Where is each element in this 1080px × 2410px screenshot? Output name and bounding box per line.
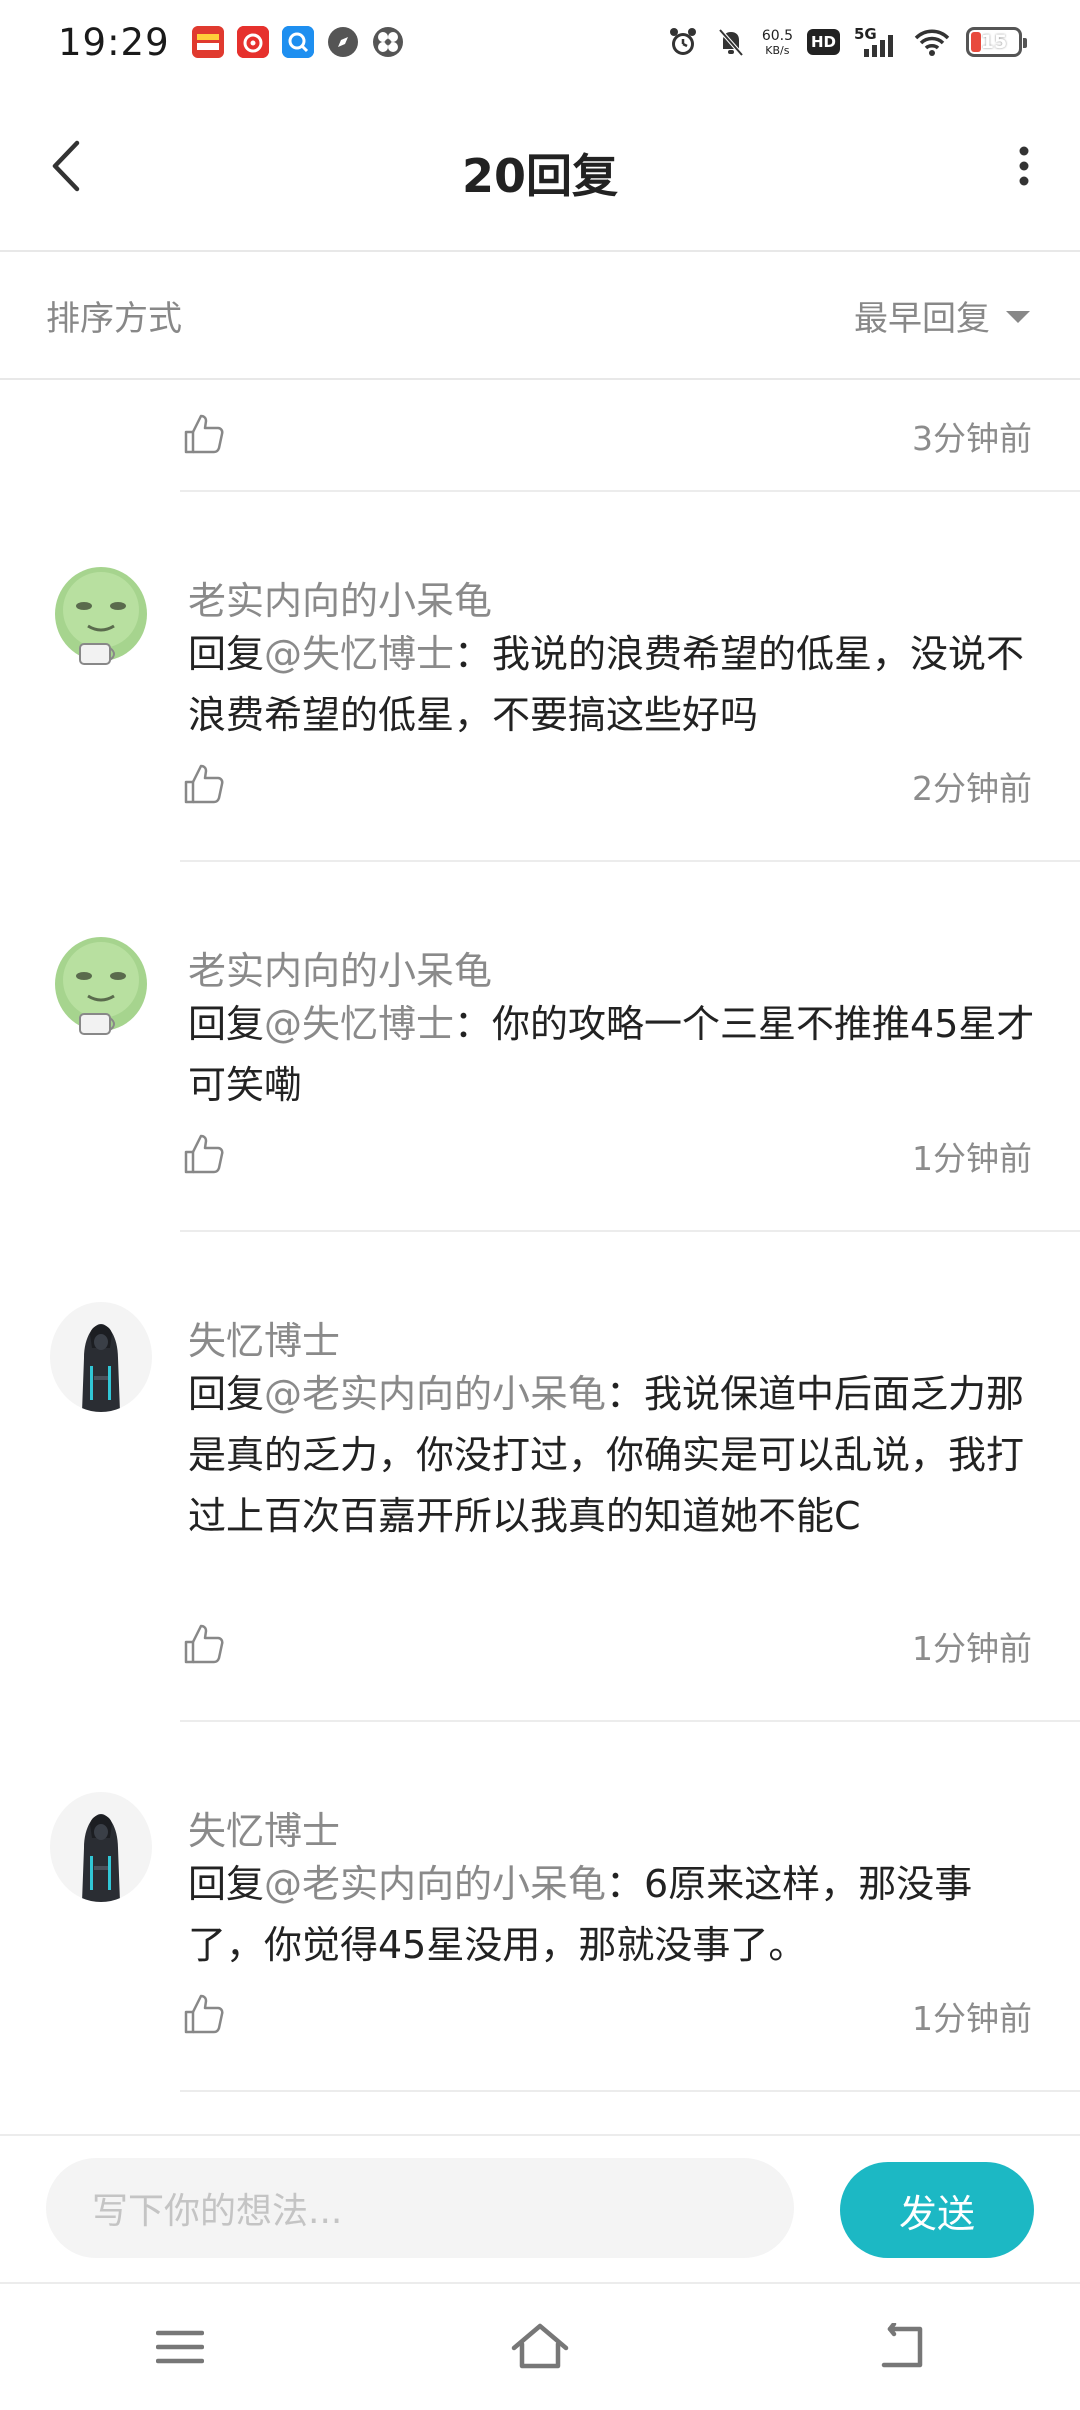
mute-bell-icon (714, 25, 748, 59)
net-speed-value: 60.5 (761, 27, 793, 44)
reply-text: 回复@老实内向的小呆龟：6原来这样，那没事了，你觉得45星没用，那就没事了。 (188, 1854, 1038, 1976)
hd-badge: HD (806, 29, 840, 55)
sort-selected: 最早回复 (854, 298, 990, 339)
reply-prefix: 回复 (188, 1372, 265, 1416)
back-nav-icon (881, 2323, 923, 2368)
reply-input-bar: 写下你的想法... 发送 (0, 2134, 1080, 2282)
compass-app-icon (327, 26, 359, 58)
netease-music-icon (236, 26, 269, 58)
menu-nav-button[interactable] (140, 2307, 220, 2387)
home-nav-button[interactable] (500, 2307, 580, 2387)
pinwheel-app-icon (372, 26, 404, 58)
list-item-partial: 3分钟前 (180, 380, 1080, 492)
back-nav-button[interactable] (860, 2307, 940, 2387)
avatar[interactable] (50, 1792, 152, 1902)
caret-down-icon (1006, 311, 1030, 323)
send-button[interactable]: 发送 (840, 2162, 1034, 2258)
more-options-button[interactable] (996, 138, 1052, 194)
alarm-icon (666, 25, 700, 59)
sort-label: 排序方式 (46, 298, 182, 339)
reply-input[interactable]: 写下你的想法... (46, 2158, 794, 2258)
reply-prefix: 回复 (188, 1862, 265, 1906)
sort-dropdown[interactable]: 最早回复 (854, 291, 1030, 340)
avatar[interactable] (50, 932, 152, 1042)
notification-icons (191, 26, 404, 58)
dark-character-avatar (50, 1302, 152, 1412)
menu-icon (156, 2330, 204, 2364)
reply-time: 1分钟前 (912, 1629, 1032, 1668)
reply-author[interactable]: 失忆博士 (188, 1310, 340, 1365)
green-meme-avatar (50, 932, 152, 1042)
reply-prefix: 回复 (188, 1002, 265, 1046)
status-left: 19:29 (58, 21, 404, 64)
reply-time: 3分钟前 (912, 419, 1032, 458)
wifi-icon (912, 25, 952, 59)
list-item: 老实内向的小呆龟 回复@失忆博士：我说的浪费希望的低星，没说不浪费希望的低星，不… (0, 492, 1080, 862)
net-speed: 60.5 KB/s (762, 29, 793, 56)
home-icon (511, 2323, 569, 2369)
like-button[interactable] (182, 412, 226, 456)
status-bar: 19:29 60.5 KB/s HD 5G 15 (0, 0, 1080, 84)
status-right: 60.5 KB/s HD 5G 15 (666, 25, 1027, 59)
header: 20回复 (0, 100, 1080, 252)
mention-link[interactable]: @老实内向的小呆龟 (264, 1862, 606, 1906)
reply-author[interactable]: 失忆博士 (188, 1800, 340, 1855)
reply-prefix: 回复 (188, 632, 265, 676)
net-speed-unit: KB/s (765, 43, 790, 57)
divider (180, 2090, 1080, 2092)
mention-link[interactable]: @老实内向的小呆龟 (264, 1372, 606, 1416)
avatar[interactable] (50, 1302, 152, 1412)
reply-time: 1分钟前 (912, 1999, 1032, 2038)
reply-text: 回复@失忆博士：你的攻略一个三星不推推45星才可笑嘞 (188, 994, 1038, 1116)
reply-text: 回复@老实内向的小呆龟：我说保道中后面乏力那是真的乏力，你没打过，你确实是可以乱… (188, 1364, 1038, 1547)
like-button[interactable] (182, 762, 226, 806)
cellular-5g-icon: 5G (854, 25, 898, 59)
dark-character-avatar (50, 1792, 152, 1902)
like-button[interactable] (182, 1622, 226, 1666)
more-vertical-icon (1019, 146, 1029, 186)
list-item: 失忆博士 回复@老实内向的小呆龟：6原来这样，那没事了，你觉得45星没用，那就没… (0, 1722, 1080, 2092)
battery-level: 15 (980, 31, 1008, 53)
network-label: 5G (854, 25, 877, 43)
list-item: 老实内向的小呆龟 回复@失忆博士：你的攻略一个三星不推推45星才可笑嘞 1分钟前 (0, 862, 1080, 1232)
mention-link[interactable]: @失忆博士 (264, 632, 454, 676)
like-button[interactable] (182, 1992, 226, 2036)
thumbs-up-icon (184, 414, 224, 454)
page-title: 20回复 (461, 149, 618, 203)
thumbs-up-icon (184, 1134, 224, 1174)
reply-text: 回复@失忆博士：我说的浪费希望的低星，没说不浪费希望的低星，不要搞这些好吗 (188, 624, 1038, 746)
app-notification-icon-1 (191, 26, 224, 58)
system-nav-bar (0, 2282, 1080, 2410)
status-time: 19:29 (58, 20, 170, 64)
reply-author[interactable]: 老实内向的小呆龟 (188, 940, 492, 995)
thumbs-up-icon (184, 764, 224, 804)
list-item: 失忆博士 回复@老实内向的小呆龟：我说保道中后面乏力那是真的乏力，你没打过，你确… (0, 1232, 1080, 1722)
q-app-icon (281, 26, 314, 58)
like-button[interactable] (182, 1132, 226, 1176)
reply-time: 2分钟前 (912, 769, 1032, 808)
reply-time: 1分钟前 (912, 1139, 1032, 1178)
reply-list: 3分钟前 老实内向的小呆龟 回复@失忆博士：我说的浪费希望的低星，没说不浪费希望… (0, 380, 1080, 2092)
sort-bar: 排序方式 最早回复 (0, 252, 1080, 380)
avatar[interactable] (50, 562, 152, 672)
thumbs-up-icon (184, 1994, 224, 2034)
reply-author[interactable]: 老实内向的小呆龟 (188, 570, 492, 625)
mention-link[interactable]: @失忆博士 (264, 1002, 454, 1046)
battery-icon: 15 (966, 27, 1027, 57)
thumbs-up-icon (184, 1624, 224, 1664)
green-meme-avatar (50, 562, 152, 672)
